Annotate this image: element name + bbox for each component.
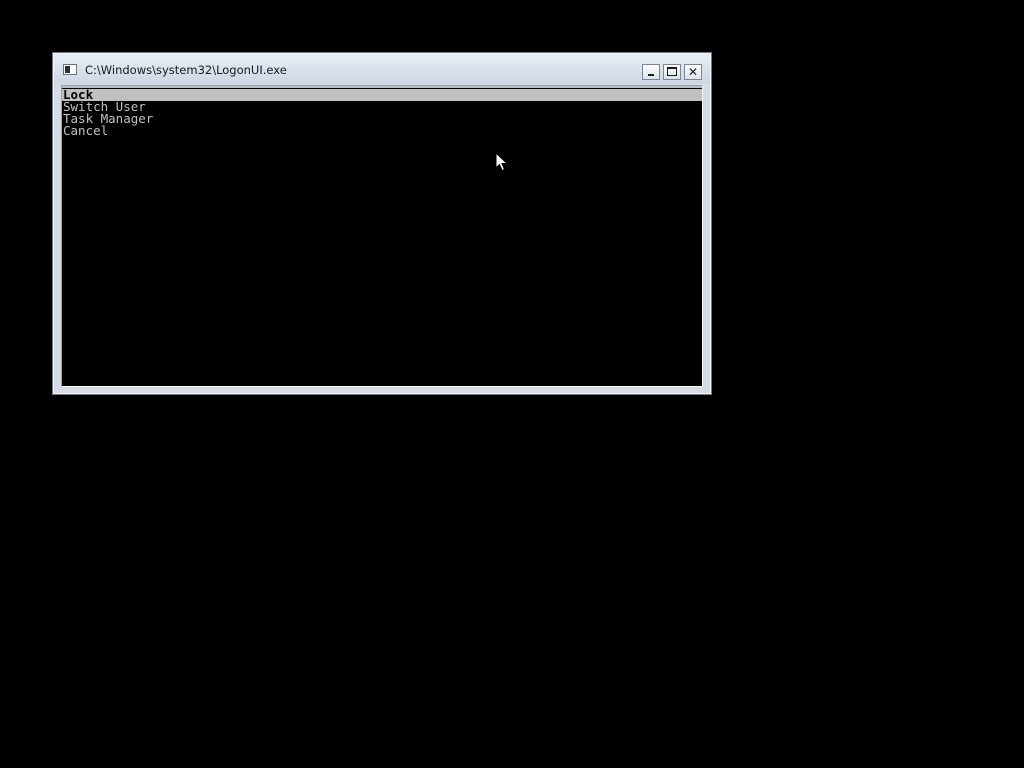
menu-item-switch-user[interactable]: Switch User <box>62 100 702 113</box>
console-window: C:\Windows\system32\LogonUI.exe ✕ Lock S… <box>52 52 712 395</box>
close-icon: ✕ <box>687 65 699 79</box>
mouse-pointer-icon <box>495 152 509 172</box>
minimize-icon <box>648 74 654 76</box>
minimize-button[interactable] <box>642 64 660 80</box>
menu-item-lock[interactable]: Lock <box>62 88 702 101</box>
maximize-icon <box>667 67 677 76</box>
maximize-button[interactable] <box>663 64 681 80</box>
window-title: C:\Windows\system32\LogonUI.exe <box>85 63 287 77</box>
menu-item-task-manager[interactable]: Task Manager <box>62 112 702 125</box>
console-top-edge <box>62 86 702 88</box>
logon-options-menu: Lock Switch User Task Manager Cancel <box>62 88 702 137</box>
menu-item-cancel[interactable]: Cancel <box>62 124 702 137</box>
console-area: Lock Switch User Task Manager Cancel <box>61 85 703 387</box>
close-button[interactable]: ✕ <box>684 64 702 80</box>
console-icon <box>63 64 77 75</box>
desktop: C:\Windows\system32\LogonUI.exe ✕ Lock S… <box>0 0 1024 768</box>
title-bar[interactable]: C:\Windows\system32\LogonUI.exe ✕ <box>54 54 710 84</box>
